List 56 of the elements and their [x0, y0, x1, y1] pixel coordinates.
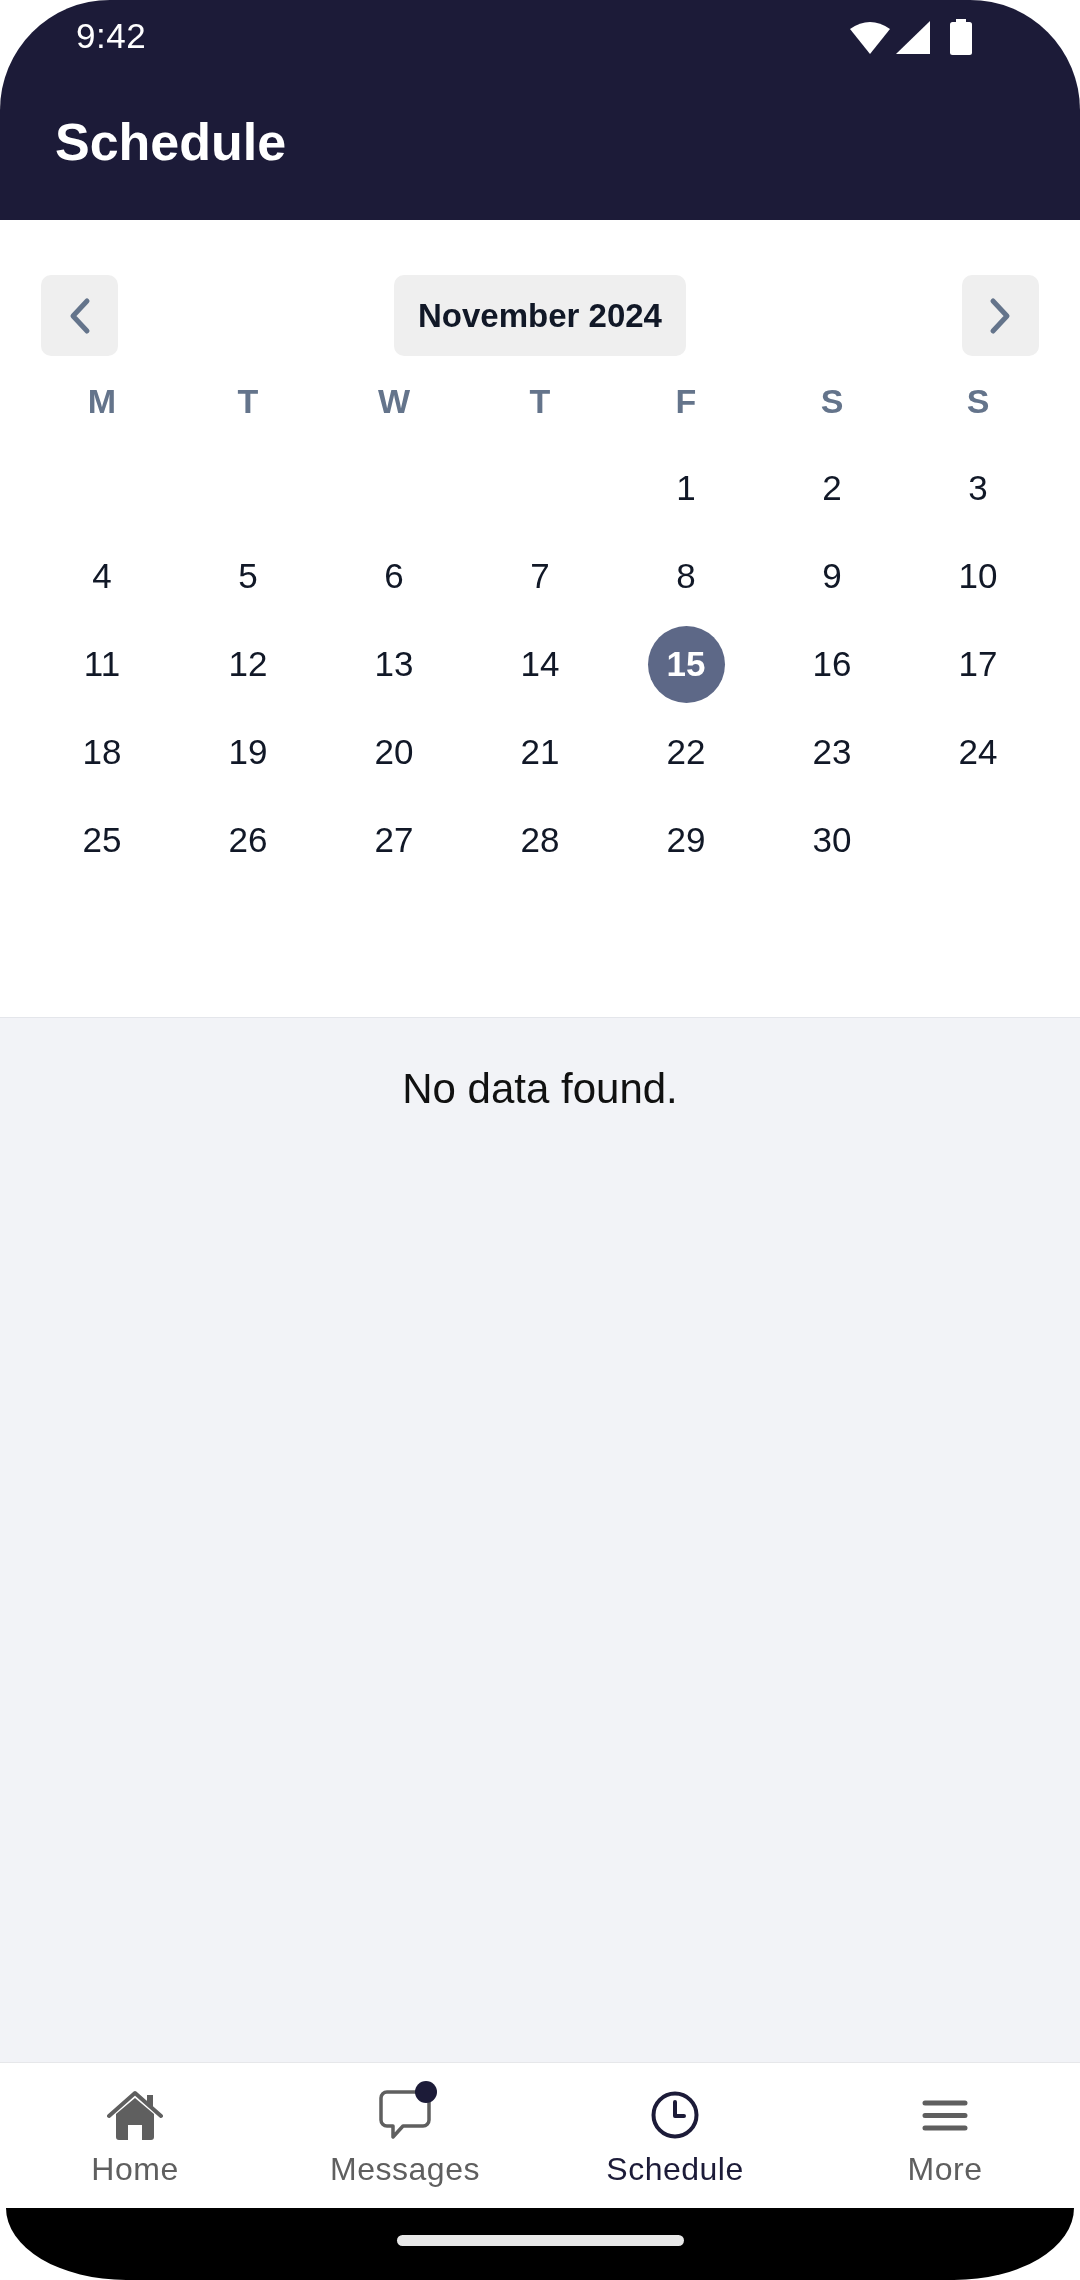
calendar-day[interactable]: 24: [939, 713, 1017, 791]
calendar-day[interactable]: 11: [63, 625, 141, 703]
month-button[interactable]: November 2024: [394, 275, 686, 356]
wifi-icon: [850, 20, 890, 54]
calendar-day[interactable]: 9: [793, 537, 871, 615]
calendar-day[interactable]: 6: [355, 537, 433, 615]
nav-tab[interactable]: Schedule: [540, 2063, 810, 2208]
weekday-label: T: [529, 381, 551, 421]
calendar-day[interactable]: 30: [793, 801, 871, 879]
nav-tab[interactable]: Messages: [270, 2063, 540, 2208]
calendar-day[interactable]: 5: [209, 537, 287, 615]
calendar-day[interactable]: 10: [939, 537, 1017, 615]
nav-tab[interactable]: More: [810, 2063, 1080, 2208]
calendar-day[interactable]: 23: [793, 713, 871, 791]
calendar-day[interactable]: 2: [793, 449, 871, 527]
previous-month-button[interactable]: [41, 275, 118, 356]
calendar-day[interactable]: 29: [647, 801, 725, 879]
nav-tab[interactable]: Home: [0, 2063, 270, 2208]
calendar-day[interactable]: 20: [355, 713, 433, 791]
calendar-day[interactable]: 15: [647, 625, 725, 703]
menu-icon: [922, 2099, 968, 2131]
calendar-day[interactable]: 1: [647, 449, 725, 527]
calendar-day[interactable]: 7: [501, 537, 579, 615]
weekday-label: M: [87, 381, 117, 421]
calendar-day[interactable]: 13: [355, 625, 433, 703]
calendar-day[interactable]: 12: [209, 625, 287, 703]
weekday-label: W: [377, 381, 411, 421]
calendar-day[interactable]: 16: [793, 625, 871, 703]
calendar-day[interactable]: 3: [939, 449, 1017, 527]
weekday-label: S: [966, 381, 990, 421]
calendar-day[interactable]: 26: [209, 801, 287, 879]
calendar-day[interactable]: 21: [501, 713, 579, 791]
weekday-label: T: [237, 381, 259, 421]
next-month-button[interactable]: [962, 275, 1039, 356]
home-icon: [107, 2089, 163, 2141]
calendar-day[interactable]: 25: [63, 801, 141, 879]
calendar-day[interactable]: 28: [501, 801, 579, 879]
calendar-day[interactable]: 22: [647, 713, 725, 791]
calendar-day[interactable]: 18: [63, 713, 141, 791]
calendar-day[interactable]: 17: [939, 625, 1017, 703]
calendar-day[interactable]: 8: [647, 537, 725, 615]
chevron-left-icon: [68, 296, 91, 335]
weekday-label: F: [675, 381, 697, 421]
calendar-day[interactable]: 14: [501, 625, 579, 703]
chevron-right-icon: [989, 296, 1012, 335]
empty-state-message: No data found.: [402, 1064, 678, 1114]
calendar-day[interactable]: 27: [355, 801, 433, 879]
battery-icon: [950, 19, 972, 55]
page-title: Schedule: [55, 112, 287, 172]
calendar-day[interactable]: 4: [63, 537, 141, 615]
calendar-day[interactable]: 19: [209, 713, 287, 791]
weekday-label: S: [820, 381, 844, 421]
clock-icon: [651, 2091, 699, 2139]
signal-icon: [896, 20, 930, 54]
speech-bubble-icon: [379, 2090, 431, 2140]
status-time: 9:42: [76, 16, 147, 56]
